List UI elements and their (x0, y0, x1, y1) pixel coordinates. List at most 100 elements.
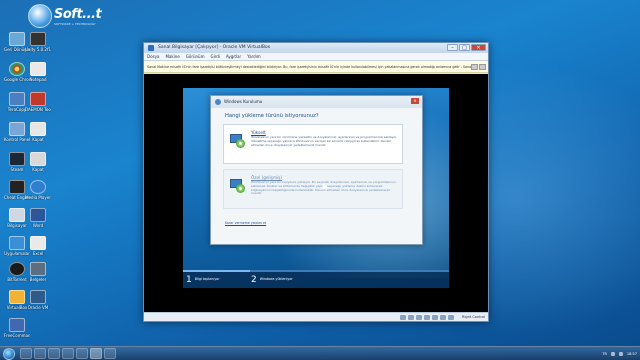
logo-text: Soft...t (54, 7, 102, 22)
word-icon (30, 208, 46, 222)
shortcut-icon (30, 152, 46, 166)
upgrade-option[interactable]: Yükselt Windows'un yeni bir sürümüne yük… (223, 124, 403, 164)
upgrade-option-desc: Windows'un yeni bir sürümüne yükseltin v… (251, 135, 398, 147)
watermark-logo: Soft...t SOFTWARE + TECHNOLOGY (28, 4, 108, 30)
desktop-icon[interactable]: Oracle VM (25, 290, 51, 310)
guest-display[interactable]: Windows Kurulumu ✕ Hangi yükleme türünü … (144, 74, 488, 314)
vbox-title: Sanal Bilgisayar [Çalışıyor] - Oracle VM… (158, 45, 271, 50)
desktop-icon[interactable]: Excel (25, 236, 51, 256)
desktop-icon[interactable]: Kapat (25, 122, 51, 142)
vbox-title-bar[interactable]: Sanal Bilgisayar [Çalışıyor] - Oracle VM… (144, 43, 488, 53)
network-status-icon[interactable] (440, 315, 446, 320)
help-decide-link[interactable]: Karar vermeme yardım et (225, 221, 266, 225)
desktop-icon[interactable]: Kapat (25, 152, 51, 172)
setup-progress-bar (183, 270, 449, 272)
cd-status-icon[interactable] (408, 315, 414, 320)
window-controls: – □ ✕ (447, 44, 486, 51)
apps-icon (9, 236, 25, 250)
install-type-question: Hangi yükleme türünü istiyorsunuz? (225, 113, 319, 119)
custom-option[interactable]: Özel (gelişmiş) Windows'un yeni bir kopy… (223, 169, 403, 209)
tray-network-icon[interactable] (610, 352, 615, 356)
taskbar-app-icon[interactable] (62, 348, 74, 359)
setup-progress-fill (183, 270, 250, 272)
desktop-icon[interactable]: Word (25, 208, 51, 228)
taskbar-app-icon[interactable] (104, 348, 116, 359)
taskbar-pinned-apps (20, 348, 116, 359)
system-tray: TR 18:57 (602, 349, 637, 359)
notice-close-button[interactable] (479, 64, 486, 70)
taskbar-virtualbox-icon[interactable] (90, 348, 102, 359)
step1-number: 1 (186, 275, 192, 285)
virtualbox-icon (9, 290, 25, 304)
close-button[interactable]: ✕ (471, 44, 486, 51)
vbox-status-bar: Right Control (144, 312, 488, 321)
windows-setup-dialog[interactable]: Windows Kurulumu ✕ Hangi yükleme türünü … (210, 95, 423, 245)
logo-mark-icon (28, 4, 52, 28)
menu-yardim[interactable]: Yardım (247, 53, 260, 60)
notice-buttons (471, 64, 486, 70)
minimize-button[interactable]: – (447, 44, 458, 51)
status-icons (400, 315, 454, 320)
usb-status-icon[interactable] (416, 315, 422, 320)
taskbar: TR 18:57 (0, 346, 640, 360)
notice-info-button[interactable] (471, 64, 478, 70)
taskbar-explorer-icon[interactable] (20, 348, 32, 359)
hdd-status-icon[interactable] (400, 315, 406, 320)
taskbar-app-icon[interactable] (76, 348, 88, 359)
unity-icon (30, 32, 46, 46)
display-status-icon[interactable] (432, 315, 438, 320)
freecommander-icon (9, 318, 25, 332)
host-key-label: Right Control (462, 315, 485, 319)
bittorrent-icon (9, 262, 25, 276)
menu-dosya[interactable]: Dosya (147, 53, 159, 60)
step2-label: Windows yükleniyor (259, 277, 293, 281)
language-indicator[interactable]: TR (602, 349, 607, 359)
cheat-engine-icon (9, 180, 25, 194)
taskbar-media-icon[interactable] (34, 348, 46, 359)
taskbar-chrome-icon[interactable] (48, 348, 60, 359)
steam-icon (9, 152, 25, 166)
computer-icon (9, 208, 25, 222)
vbox-menu-bar: Dosya Makine Görünüm Girdi Aygıtlar Yard… (144, 53, 488, 61)
menu-aygitlar[interactable]: Aygıtlar (226, 53, 241, 60)
shutdown-icon (30, 122, 46, 136)
upgrade-option-icon (230, 133, 245, 148)
desktop-icon[interactable]: DAEMON Tools (25, 92, 51, 112)
virtualbox-window[interactable]: Sanal Bilgisayar [Çalışıyor] - Oracle VM… (143, 42, 489, 322)
menu-girdi[interactable]: Girdi (210, 53, 219, 60)
clock[interactable]: 18:57 (627, 349, 637, 359)
start-button[interactable] (3, 348, 15, 360)
notepad-icon (30, 62, 46, 76)
mouse-capture-icon[interactable] (448, 315, 454, 320)
step2-number: 2 (251, 275, 257, 285)
notice-text: Sanal Makine misafir İS'nin fare işaretç… (147, 65, 473, 69)
setup-header: Windows Kurulumu ✕ (211, 96, 422, 108)
menu-gorunum[interactable]: Görünüm (186, 53, 205, 60)
chrome-icon (9, 62, 25, 76)
oracle-vm-icon (30, 290, 46, 304)
daemon-tools-icon (30, 92, 46, 106)
desktop-icon[interactable]: Unity 5.0.2f1 (64-bit) (25, 32, 51, 52)
virtualbox-app-icon (148, 45, 154, 51)
documents-icon (30, 262, 46, 276)
tray-volume-icon[interactable] (618, 352, 623, 356)
menu-makine[interactable]: Makine (165, 53, 179, 60)
maximize-button[interactable]: □ (459, 44, 470, 51)
recycle-bin-icon (9, 32, 25, 46)
setup-close-button[interactable]: ✕ (411, 98, 419, 104)
back-arrow-icon[interactable] (215, 99, 221, 105)
desktop-icon[interactable]: FreeCommander (4, 318, 30, 338)
media-player-icon (30, 180, 46, 194)
step-installing-windows: 2 Windows yükleniyor (251, 274, 293, 288)
desktop-icon[interactable]: Notepad (25, 62, 51, 82)
setup-progress-steps: 1 Bilgi toplanıyor 2 Windows yükleniyor (183, 270, 449, 288)
step1-label: Bilgi toplanıyor (194, 277, 220, 281)
step-collecting-info: 1 Bilgi toplanıyor (186, 274, 220, 288)
guest-desktop: Windows Kurulumu ✕ Hangi yükleme türünü … (183, 88, 449, 288)
mouse-integration-notice: Sanal Makine misafir İS'nin fare işaretç… (144, 61, 488, 73)
desktop-icon[interactable]: Media Player (25, 180, 51, 200)
setup-title: Windows Kurulumu (224, 99, 263, 104)
desktop-icon[interactable]: Belgeler (25, 262, 51, 282)
teracopy-icon (9, 92, 25, 106)
shared-folder-icon[interactable] (424, 315, 430, 320)
